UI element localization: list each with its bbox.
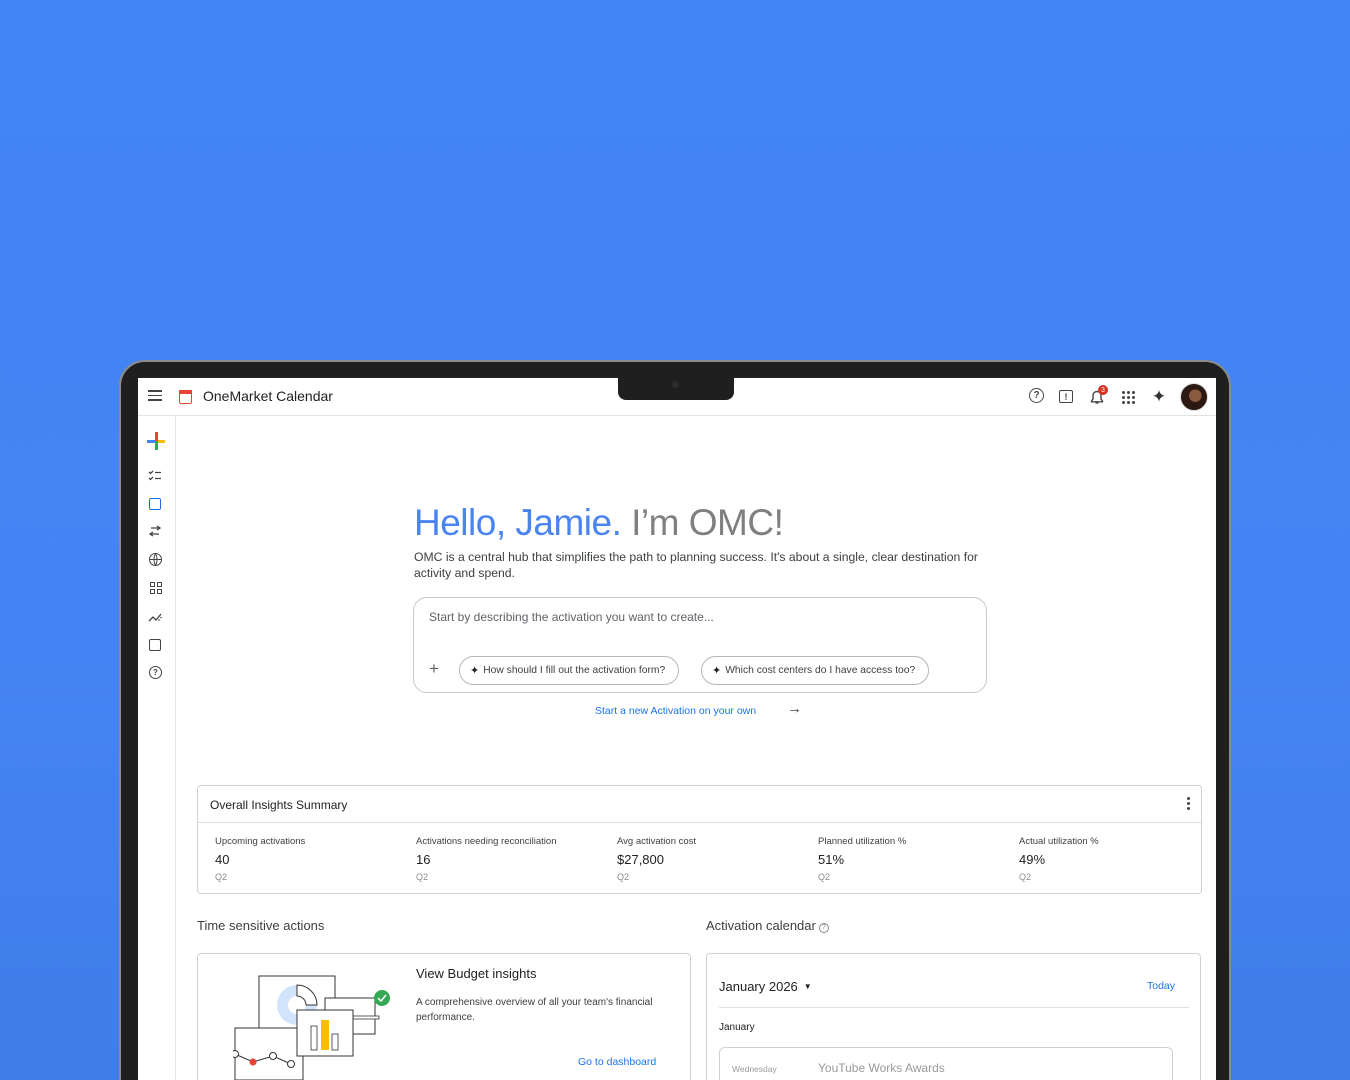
metric-period: Q2 bbox=[416, 872, 429, 882]
calendar-icon[interactable] bbox=[149, 498, 161, 510]
insights-title: Overall Insights Summary bbox=[210, 798, 348, 812]
metric-value: 16 bbox=[416, 852, 431, 867]
event-calendar-icon[interactable] bbox=[149, 639, 161, 651]
chip-label: Which cost centers do I have access too? bbox=[725, 665, 916, 676]
metric-period: Q2 bbox=[1019, 872, 1032, 882]
arrow-right-icon[interactable]: → bbox=[787, 700, 802, 717]
caret-down-icon: ▼ bbox=[803, 982, 812, 991]
month-selector[interactable]: January 2026 ▼ bbox=[719, 979, 812, 994]
calendar-logo-icon bbox=[178, 389, 192, 404]
calendar-event[interactable]: Wednesday YouTube Works Awards bbox=[719, 1047, 1173, 1080]
start-activation-link[interactable]: Start a new Activation on your own bbox=[595, 705, 756, 717]
metric-value: $27,800 bbox=[617, 852, 664, 867]
prompt-placeholder: Start by describing the activation you w… bbox=[429, 610, 714, 624]
checklist-icon[interactable] bbox=[147, 467, 163, 483]
rail-help-icon[interactable]: ? bbox=[149, 666, 162, 679]
suggestion-chip-activation-form[interactable]: ✦ How should I fill out the activation f… bbox=[459, 656, 680, 685]
camera bbox=[672, 381, 679, 388]
create-plus-icon[interactable] bbox=[147, 432, 165, 450]
insights-header: Overall Insights Summary bbox=[198, 786, 1201, 823]
event-day: Wednesday bbox=[732, 1064, 777, 1074]
insights-icon[interactable] bbox=[147, 609, 163, 625]
metric-value: 40 bbox=[215, 852, 230, 867]
activation-calendar-heading: Activation calendar? bbox=[706, 918, 829, 933]
sparkle-icon: ✦ bbox=[712, 665, 722, 677]
app-window: OneMarket Calendar ? ! 3 ✦ ? Hello, Jami… bbox=[138, 378, 1216, 1080]
budget-card-description: A comprehensive overview of all your tea… bbox=[416, 997, 653, 1023]
calendar-heading-text: Activation calendar bbox=[706, 918, 816, 933]
laptop-frame: OneMarket Calendar ? ! 3 ✦ ? Hello, Jami… bbox=[119, 360, 1231, 1080]
budget-illustration bbox=[233, 975, 390, 1080]
insights-summary-card: Overall Insights Summary Upcoming activa… bbox=[197, 785, 1202, 894]
menu-icon[interactable] bbox=[148, 390, 162, 401]
time-sensitive-heading: Time sensitive actions bbox=[197, 918, 325, 933]
left-rail: ? bbox=[138, 416, 176, 1080]
metric-label: Upcoming activations bbox=[215, 836, 306, 847]
budget-card-title: View Budget insights bbox=[416, 966, 537, 981]
hero-description: OMC is a central hub that simplifies the… bbox=[414, 550, 978, 580]
add-attachment-icon[interactable]: + bbox=[429, 659, 439, 679]
hero-title: Hello, Jamie. I’m OMC! bbox=[414, 502, 784, 544]
month-label: January 2026 bbox=[719, 979, 798, 994]
metric-period: Q2 bbox=[818, 872, 831, 882]
metric-value: 51% bbox=[818, 852, 845, 867]
dashboard-icon[interactable] bbox=[150, 582, 162, 594]
metric-label: Activations needing reconciliation bbox=[416, 836, 557, 847]
metric-needing-reconciliation: Activations needing reconciliation 16 Q2 bbox=[416, 836, 596, 882]
more-options-icon[interactable] bbox=[1187, 797, 1191, 812]
greeting-text: Hello, Jamie. bbox=[414, 502, 622, 543]
notification-badge: 3 bbox=[1098, 385, 1108, 395]
metric-label: Planned utilization % bbox=[818, 836, 907, 847]
metric-period: Q2 bbox=[215, 872, 228, 882]
suggestion-chip-cost-centers[interactable]: ✦ Which cost centers do I have access to… bbox=[701, 656, 930, 685]
intro-text: I’m OMC! bbox=[631, 502, 784, 543]
chip-label: How should I fill out the activation for… bbox=[483, 665, 666, 676]
budget-insights-card: View Budget insights A comprehensive ove… bbox=[197, 953, 691, 1080]
event-name: YouTube Works Awards bbox=[818, 1061, 945, 1075]
avatar[interactable] bbox=[1180, 383, 1208, 411]
swap-arrows-icon[interactable] bbox=[147, 523, 163, 539]
globe-icon[interactable] bbox=[149, 553, 162, 566]
metric-actual-utilization: Actual utilization % 49% Q2 bbox=[1019, 836, 1199, 882]
activation-calendar-card: January 2026 ▼ Today January Wednesday Yo… bbox=[706, 953, 1201, 1080]
sparkle-icon: ✦ bbox=[470, 665, 480, 677]
metric-label: Avg activation cost bbox=[617, 836, 697, 847]
info-icon[interactable]: ? bbox=[818, 922, 829, 933]
app-title: OneMarket Calendar bbox=[203, 388, 333, 404]
sparkle-icon[interactable]: ✦ bbox=[1150, 387, 1168, 406]
activation-prompt-input[interactable]: Start by describing the activation you w… bbox=[413, 597, 987, 693]
metric-period: Q2 bbox=[617, 872, 630, 882]
metric-value: 49% bbox=[1019, 852, 1046, 867]
camera-notch bbox=[618, 378, 734, 400]
feedback-icon[interactable]: ! bbox=[1059, 390, 1073, 403]
metric-label: Actual utilization % bbox=[1019, 836, 1099, 847]
notifications-icon[interactable]: 3 bbox=[1088, 385, 1108, 406]
go-to-dashboard-link[interactable]: Go to dashboard bbox=[578, 1056, 656, 1068]
apps-grid-icon[interactable] bbox=[1122, 391, 1135, 404]
metric-planned-utilization: Planned utilization % 51% Q2 bbox=[818, 836, 998, 882]
divider bbox=[719, 1007, 1189, 1008]
metric-upcoming-activations: Upcoming activations 40 Q2 bbox=[215, 836, 395, 882]
help-icon[interactable]: ? bbox=[1029, 388, 1044, 403]
today-button[interactable]: Today bbox=[1147, 980, 1175, 992]
month-heading: January bbox=[719, 1022, 755, 1033]
metric-avg-activation-cost: Avg activation cost $27,800 Q2 bbox=[617, 836, 797, 882]
